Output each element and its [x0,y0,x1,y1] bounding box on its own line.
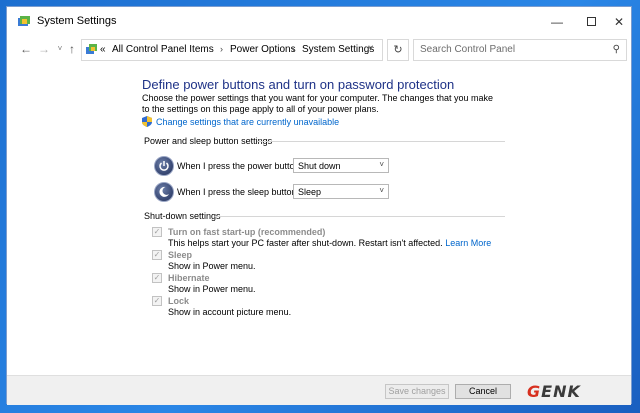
watermark-rest: ENK [541,382,581,401]
power-button-select[interactable]: Shut down ˅ [293,158,389,173]
fast-startup-label: Turn on fast start-up (recommended) [168,227,326,237]
page-description: Choose the power settings that you want … [142,93,494,114]
chevron-down-icon[interactable]: ˅ [368,43,373,53]
forward-button[interactable]: → [37,41,51,57]
up-arrow-icon: ↑ [69,42,75,56]
genk-watermark-logo: GENK [527,382,581,401]
hibernate-option-label: Hibernate [168,273,210,283]
fast-startup-desc-text: This helps start your PC faster after sh… [168,238,443,248]
window-title: System Settings [37,15,117,27]
minimize-icon: — [551,15,563,29]
refresh-button[interactable]: ↻ [387,39,409,61]
breadcrumb-separator-icon[interactable]: › [292,44,295,54]
fast-startup-checkbox[interactable]: ✓ [152,227,162,237]
main-content: Define power buttons and turn on passwor… [7,63,631,375]
sleep-option-description: Show in Power menu. [168,261,256,271]
power-button-icon [154,156,174,176]
watermark-g: G [527,382,542,401]
control-panel-icon [86,44,97,54]
section-divider [215,216,505,217]
hibernate-option-description: Show in Power menu. [168,284,256,294]
search-icon[interactable]: ⚲ [613,44,620,55]
breadcrumb-separator-icon[interactable]: › [220,44,223,54]
back-arrow-icon: ← [20,42,32,56]
lock-checkbox[interactable]: ✓ [152,296,162,306]
breadcrumb-overflow[interactable]: « [100,44,106,55]
chevron-down-icon: ˅ [57,44,63,53]
checkmark-icon: ✓ [153,227,161,236]
power-button-value: Shut down [298,161,341,171]
address-bar[interactable]: « All Control Panel Items › Power Option… [81,39,383,61]
sleep-checkbox[interactable]: ✓ [152,250,162,260]
checkmark-icon: ✓ [153,296,161,305]
page-title: Define power buttons and turn on passwor… [142,77,455,92]
system-settings-window: System Settings — ✕ ← → ˅ ↑ « All Contro… [6,6,632,405]
footer-bar: Save changes Cancel GENK [7,375,631,405]
minimize-button[interactable]: — [543,11,571,33]
chevron-down-icon: ˅ [379,160,384,169]
breadcrumb-all-control-panel-items[interactable]: All Control Panel Items [112,44,214,55]
sleep-button-value: Sleep [298,187,322,197]
checkmark-icon: ✓ [153,273,161,282]
change-settings-link[interactable]: Change settings that are currently unava… [156,117,339,127]
sleep-button-label: When I press the sleep button: [177,187,300,197]
maximize-icon [586,17,596,26]
close-icon: ✕ [613,15,625,29]
lock-option-description: Show in account picture menu. [168,307,292,317]
shutdown-section-title: Shut-down settings [144,211,221,221]
cancel-button[interactable]: Cancel [455,384,511,399]
sleep-option-label: Sleep [168,250,193,260]
power-button-label: When I press the power button: [177,161,303,171]
chevron-down-icon: ˅ [379,186,384,195]
back-button[interactable]: ← [19,41,33,57]
title-bar: System Settings — ✕ [7,7,631,37]
sleep-button-select[interactable]: Sleep ˅ [293,184,389,199]
hibernate-checkbox[interactable]: ✓ [152,273,162,283]
power-section-title: Power and sleep button settings [144,136,273,146]
sleep-button-icon [154,182,174,202]
learn-more-link[interactable]: Learn More [445,238,491,248]
uac-shield-icon [142,116,152,127]
up-button[interactable]: ↑ [65,41,79,57]
breadcrumb-system-settings[interactable]: System Settings [302,44,374,55]
save-changes-button[interactable]: Save changes [385,384,449,399]
search-input[interactable]: Search Control Panel ⚲ [413,39,627,61]
navigation-bar: ← → ˅ ↑ « All Control Panel Items › Powe… [7,37,631,63]
search-placeholder: Search Control Panel [420,44,516,55]
breadcrumb-power-options[interactable]: Power Options [230,44,296,55]
refresh-icon: ↻ [393,44,403,56]
close-button[interactable]: ✕ [605,11,633,33]
section-divider [257,141,505,142]
lock-option-label: Lock [168,296,190,306]
fast-startup-description: This helps start your PC faster after sh… [168,238,491,248]
checkmark-icon: ✓ [153,250,161,259]
control-panel-icon [18,16,30,26]
maximize-button[interactable] [577,11,605,33]
forward-arrow-icon: → [38,42,50,56]
